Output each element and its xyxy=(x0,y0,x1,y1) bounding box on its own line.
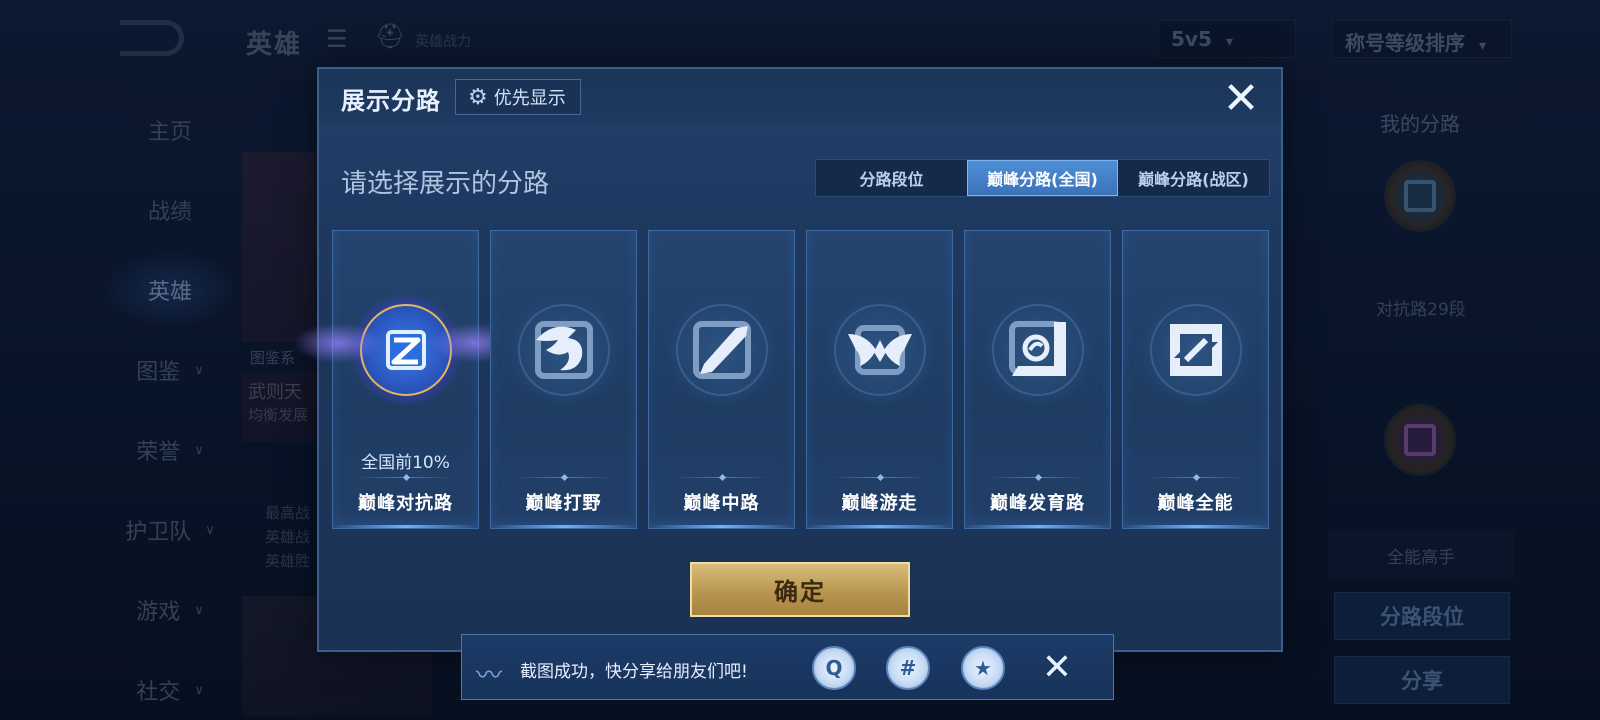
wechat-icon[interactable]: # xyxy=(886,646,930,690)
qzone-icon[interactable]: ★ xyxy=(961,646,1005,690)
lane-option-roam[interactable]: 巅峰游走 xyxy=(806,230,953,529)
divider xyxy=(515,477,612,478)
clash-lane-icon xyxy=(293,295,519,405)
toast-message: 截图成功，快分享给朋友们吧! xyxy=(520,662,748,682)
lane-options: 全国前10% 巅峰对抗路 巅峰打野 巅峰中路 巅峰游走 巅峰发育路 巅峰全能 xyxy=(293,230,1269,529)
farm-lane-icon xyxy=(983,295,1093,405)
lane-label: 巅峰全能 xyxy=(1157,493,1234,514)
lane-label: 巅峰打野 xyxy=(525,493,602,514)
lane-option-all-round[interactable]: 巅峰全能 xyxy=(1122,230,1269,529)
share-toast: 〰 截图成功，快分享给朋友们吧! Q # ★ ✕ xyxy=(461,634,1114,700)
lane-option-clash[interactable]: 全国前10% 巅峰对抗路 xyxy=(293,230,519,529)
qq-icon[interactable]: Q xyxy=(812,646,856,690)
lane-option-farm[interactable]: 巅峰发育路 xyxy=(964,230,1111,529)
dialog-header: 展示分路 ⚙ 优先显示 ✕ xyxy=(319,69,1281,125)
priority-display-label: 优先显示 xyxy=(493,88,566,109)
priority-display-button[interactable]: ⚙ 优先显示 xyxy=(455,79,581,115)
lane-label: 巅峰中路 xyxy=(683,493,760,514)
divider xyxy=(1147,477,1244,478)
lane-display-dialog: 展示分路 ⚙ 优先显示 ✕ 请选择展示的分路 分路段位 巅峰分路(全国) 巅峰分… xyxy=(293,67,1283,652)
lane-label: 巅峰游走 xyxy=(841,493,918,514)
gear-icon: ⚙ xyxy=(468,84,488,110)
tab-peak-lane-national[interactable]: 巅峰分路(全国) xyxy=(967,160,1118,196)
close-icon: ✕ xyxy=(1222,73,1260,124)
dialog-prompt: 请选择展示的分路 xyxy=(341,169,550,199)
divider xyxy=(831,477,928,478)
lane-option-jungle[interactable]: 巅峰打野 xyxy=(490,230,637,529)
lane-type-tabs: 分路段位 巅峰分路(全国) 巅峰分路(战区) xyxy=(815,159,1270,197)
all-round-icon xyxy=(1141,295,1251,405)
lane-label: 巅峰对抗路 xyxy=(358,493,453,514)
tab-lane-rank[interactable]: 分路段位 xyxy=(816,160,967,196)
divider xyxy=(989,477,1086,478)
dialog-title: 展示分路 xyxy=(341,87,441,115)
divider xyxy=(673,477,770,478)
tab-peak-lane-region[interactable]: 巅峰分路(战区) xyxy=(1118,160,1269,196)
close-button[interactable]: ✕ xyxy=(1219,77,1263,121)
close-icon[interactable]: ✕ xyxy=(1037,647,1077,688)
swirl-icon: 〰 xyxy=(476,661,503,691)
jungle-dragon-icon xyxy=(509,295,619,405)
lane-option-mid[interactable]: 巅峰中路 xyxy=(648,230,795,529)
divider xyxy=(357,477,454,478)
confirm-button[interactable]: 确定 xyxy=(690,562,910,617)
mid-lane-icon xyxy=(667,295,777,405)
roam-wings-icon xyxy=(825,295,935,405)
lane-rank-text: 全国前10% xyxy=(361,453,450,473)
lane-label: 巅峰发育路 xyxy=(990,493,1085,514)
